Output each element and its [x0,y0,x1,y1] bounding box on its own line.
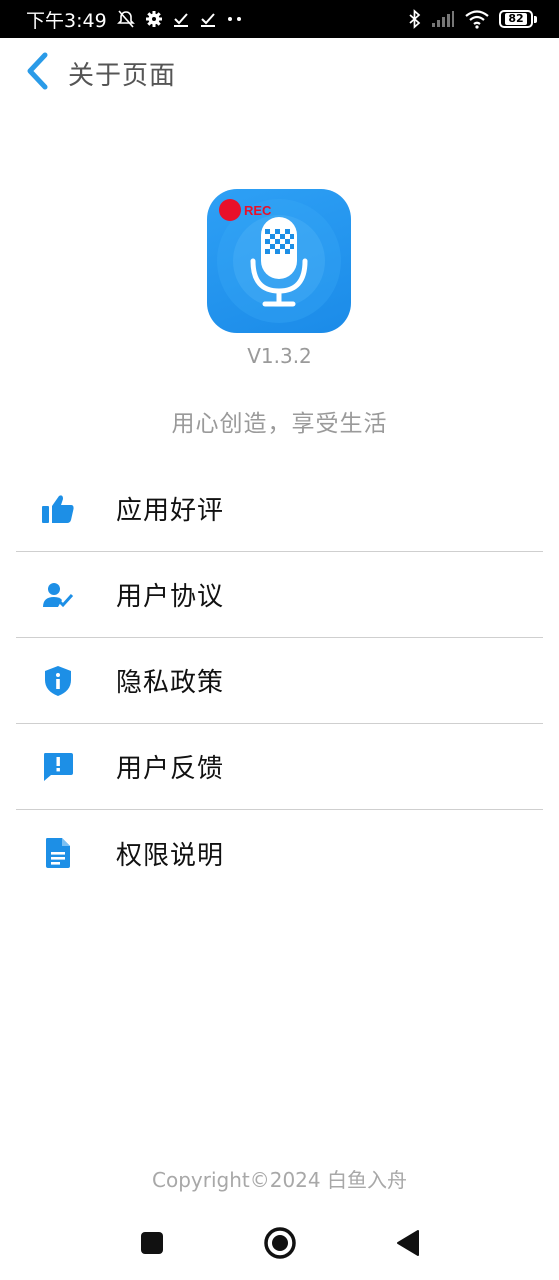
bluetooth-icon [408,9,422,29]
status-bar: 下午3:49 82 [0,0,559,38]
feedback-icon [40,749,76,785]
menu-item-permissions[interactable]: 权限说明 [16,810,543,896]
app-version: V1.3.2 [247,344,312,368]
menu-item-label: 应用好评 [116,496,225,526]
chevron-left-icon [25,52,51,94]
microphone-rec-icon: REC [217,199,341,323]
status-time: 下午3:49 [26,9,107,32]
about-menu: 应用好评 用户协议 隐私政策 用户反馈 权限说明 [16,466,543,896]
dots-icon [226,15,244,23]
shield-info-icon [40,663,76,699]
copyright-text: Copyright©2024 白鱼入舟 [152,1168,407,1192]
menu-item-user-agreement[interactable]: 用户协议 [16,552,543,638]
menu-item-label: 权限说明 [116,840,225,871]
rec-label: REC [244,203,272,218]
menu-item-rate-app[interactable]: 应用好评 [16,466,543,552]
check-icon [172,10,190,28]
square-recents-icon [140,1231,164,1259]
battery-level: 82 [505,13,527,25]
gear-icon [145,10,163,28]
alarm-off-icon [116,9,136,29]
app-header: 关于页面 [0,38,559,108]
thumbs-up-icon [40,491,76,527]
back-button[interactable] [14,49,62,97]
circle-home-icon [263,1226,297,1264]
menu-item-feedback[interactable]: 用户反馈 [16,724,543,810]
page-title: 关于页面 [68,60,177,91]
menu-item-label: 隐私政策 [116,668,225,698]
back-nav-button[interactable] [378,1215,438,1275]
system-nav-bar [0,1210,559,1280]
menu-item-label: 用户协议 [116,582,225,612]
menu-item-privacy-policy[interactable]: 隐私政策 [16,638,543,724]
signal-icon [431,10,455,28]
app-logo: REC [207,189,351,333]
check-icon [199,10,217,28]
wifi-icon [464,9,490,29]
user-check-icon [40,577,76,613]
triangle-back-icon [396,1229,420,1261]
battery-icon: 82 [499,10,537,28]
document-icon [40,835,76,871]
home-button[interactable] [250,1215,310,1275]
app-slogan: 用心创造，享受生活 [171,411,388,437]
recents-button[interactable] [122,1215,182,1275]
menu-item-label: 用户反馈 [116,754,225,784]
